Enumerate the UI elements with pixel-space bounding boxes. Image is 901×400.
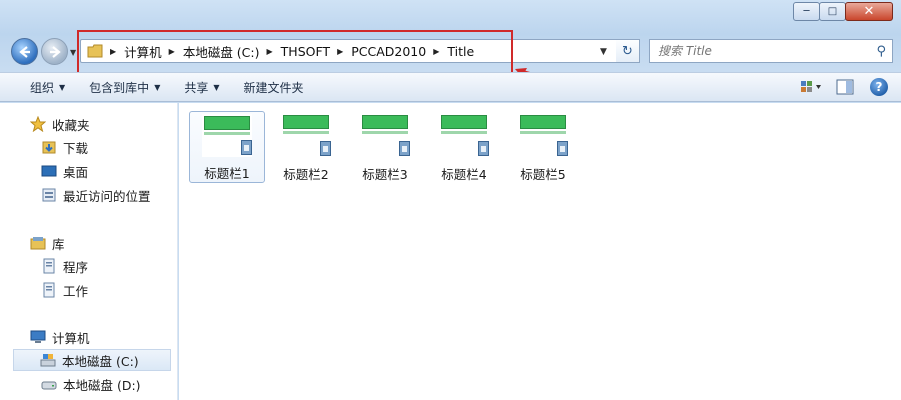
preview-pane-button[interactable] (833, 76, 857, 98)
arrow-right-icon (49, 45, 61, 58)
desktop-icon (41, 163, 57, 179)
refresh-icon: ↻ (622, 43, 633, 59)
new-folder-button[interactable]: 新建文件夹 (234, 75, 314, 99)
toolbar-right: ? (789, 76, 891, 98)
explorer-window: ─ □ ✕ ▼ ▶ 计算机 ▶ 本地磁盘 (C:) ▶ THSOFT ▶ PCCAD20… (0, 0, 901, 400)
file-item[interactable]: 标题栏4 (426, 111, 502, 183)
system-drive-icon (40, 352, 56, 368)
forward-button[interactable] (41, 38, 68, 65)
cad-file-icon (439, 113, 489, 158)
library-document-icon (41, 258, 57, 274)
file-item[interactable]: 标题栏3 (347, 111, 423, 183)
file-item[interactable]: 标题栏5 (505, 111, 581, 183)
view-grid-icon (801, 81, 821, 92)
command-bar: 组织 ▼ 包含到库中 ▼ 共享 ▼ 新建文件夹 ? (0, 72, 901, 102)
chevron-down-icon: ▼ (154, 82, 161, 92)
close-button[interactable]: ✕ (845, 2, 893, 21)
annotation-highlight-box (77, 30, 513, 75)
view-options-button[interactable] (799, 76, 823, 98)
cad-file-icon (518, 113, 568, 158)
chevron-down-icon: ▼ (213, 82, 220, 92)
preview-pane-icon (836, 79, 854, 95)
library-document-icon (41, 282, 57, 298)
cad-file-icon (202, 114, 252, 157)
cad-file-icon (281, 113, 331, 158)
include-in-library-button[interactable]: 包含到库中 ▼ (79, 75, 170, 99)
search-icon[interactable]: ⚲ (876, 44, 886, 59)
chevron-down-icon: ▼ (59, 82, 66, 92)
organize-button[interactable]: 组织 ▼ (20, 75, 75, 99)
nav-drive-c[interactable]: 本地磁盘 (C:) (13, 349, 171, 371)
computer-icon (30, 329, 46, 345)
cad-file-icon (360, 113, 410, 158)
downloads-folder-icon (41, 139, 57, 155)
file-item[interactable]: 标题栏2 (268, 111, 344, 183)
drive-icon (41, 376, 57, 392)
share-button[interactable]: 共享 ▼ (174, 75, 229, 99)
refresh-button[interactable]: ↻ (616, 39, 640, 63)
close-icon: ✕ (863, 4, 875, 19)
back-button[interactable] (11, 38, 38, 65)
help-button[interactable]: ? (867, 76, 891, 98)
file-list: 标题栏1 标题栏2 标题栏3 标题栏4 标题栏5 (179, 103, 901, 400)
window-controls: ─ □ ✕ (793, 2, 893, 21)
arrow-left-icon (18, 45, 30, 58)
file-item[interactable]: 标题栏1 (189, 111, 265, 183)
help-icon: ? (870, 78, 888, 96)
search-box[interactable]: ⚲ (649, 39, 893, 63)
libraries-icon (30, 235, 46, 251)
address-dropdown-icon[interactable]: ▼ (600, 47, 607, 57)
minimize-button[interactable]: ─ (793, 2, 820, 21)
star-icon (30, 116, 46, 132)
minimize-icon: ─ (803, 6, 810, 17)
navigation-pane: 收藏夹 下载 桌面 最近访问的位置 库 程序 工作 计算机 本地磁盘 (C:) … (0, 103, 178, 400)
recent-places-icon (41, 187, 57, 203)
maximize-icon: □ (827, 6, 838, 17)
search-input[interactable] (658, 41, 877, 61)
recent-pages-dropdown[interactable]: ▼ (70, 48, 76, 57)
maximize-button[interactable]: □ (819, 2, 846, 21)
